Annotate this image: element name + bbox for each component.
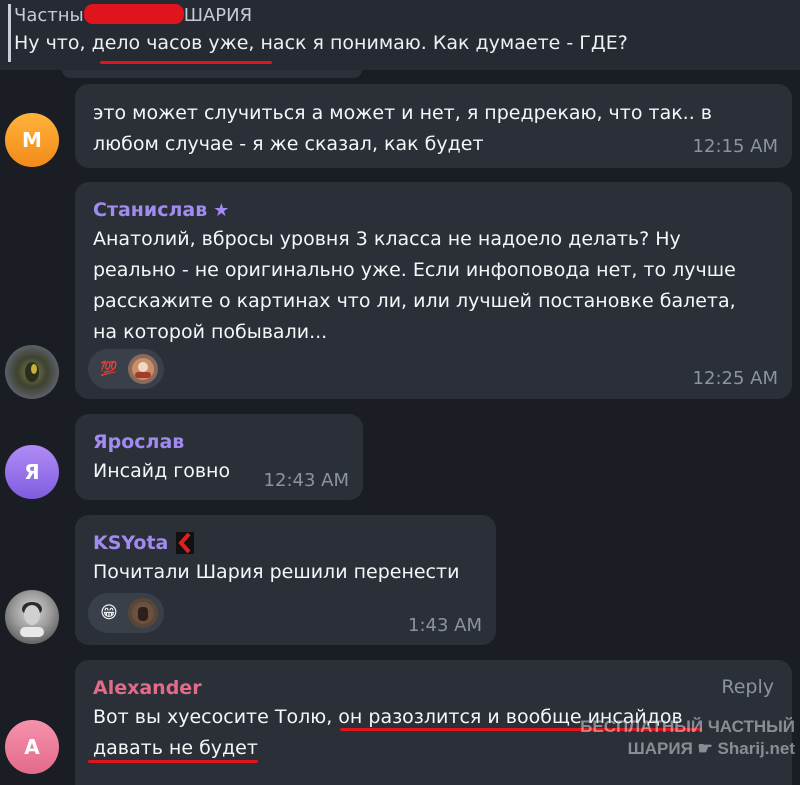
reply-accent-bar (8, 4, 11, 62)
reaction-bar-m2[interactable]: 💯 (88, 349, 164, 389)
avatar-image (25, 362, 39, 382)
star-icon: ★ (213, 199, 230, 221)
avatar-stanislav[interactable] (5, 345, 59, 399)
watermark-line2: ШАРИЯ ☛ Sharij.net (565, 738, 795, 760)
watermark-line1: БЕСПЛАТНЫЙ ЧАСТНЫЙ (580, 717, 795, 736)
sender-name[interactable]: Станислав (93, 196, 207, 224)
watermark-line2-text: ШАРИЯ (627, 739, 693, 758)
message-time: 1:43 AM (408, 615, 482, 636)
sender-name[interactable]: Ярослав (93, 428, 345, 456)
reply-sender-prefix: Частны (14, 5, 84, 26)
avatar-letter: Я (24, 460, 40, 484)
previous-bubble-edge (62, 70, 362, 78)
grinning-face-icon[interactable]: 😁 (94, 598, 124, 628)
badge-icon (176, 532, 195, 554)
avatar-letter: A (24, 735, 40, 759)
redaction-block (83, 4, 184, 24)
reactor-avatar-icon (128, 354, 158, 384)
hundred-points-icon[interactable]: 💯 (94, 354, 124, 384)
watermark-site: Sharij.net (717, 739, 795, 758)
reply-sender: Частны ШАРИЯ (14, 4, 252, 28)
message-bubble-m3[interactable]: Ярослав Инсайд говно 12:43 AM (75, 414, 363, 500)
watermark: БЕСПЛАТНЫЙ ЧАСТНЫЙ ШАРИЯ ☛ Sharij.net (565, 716, 795, 760)
red-underline (88, 760, 258, 763)
red-underline (100, 61, 272, 64)
reply-header[interactable]: Частны ШАРИЯ Ну что, дело часов уже, наск… (0, 0, 800, 70)
message-time: 12:43 AM (263, 470, 349, 491)
message-text: Почитали Шария решили перенести (93, 561, 460, 583)
reply-quote-text: Ну что, дело часов уже, наск я понимаю. … (14, 32, 628, 54)
message-time: 12:15 AM (692, 136, 778, 157)
message-bubble-m2[interactable]: Станислав ★ Анатолий, вбросы уровня 3 кл… (75, 182, 792, 399)
reactor-avatar-icon (128, 598, 158, 628)
pointing-hand-icon: ☛ (697, 739, 713, 758)
avatar-m[interactable]: M (5, 113, 59, 167)
reaction-bar-m4[interactable]: 😁 (88, 593, 164, 633)
sender-row: Станислав ★ (93, 196, 774, 224)
reply-button[interactable]: Reply (721, 676, 774, 698)
avatar-a[interactable]: A (5, 720, 59, 774)
avatar-letter: M (22, 128, 42, 152)
sender-row: KSYota (93, 529, 478, 557)
avatar-image (20, 602, 44, 637)
avatar-ksyota[interactable] (5, 590, 59, 644)
message-text: это может случиться а может и нет, я пре… (93, 102, 713, 155)
message-text: Анатолий, вбросы уровня 3 класса не надо… (93, 228, 736, 343)
message-bubble-m1[interactable]: это может случиться а может и нет, я пре… (75, 84, 792, 168)
avatar-ya[interactable]: Я (5, 445, 59, 499)
reply-sender-suffix: ШАРИЯ (183, 5, 253, 26)
sender-name[interactable]: KSYota (93, 529, 168, 557)
sender-name[interactable]: Alexander (93, 674, 774, 702)
message-time: 12:25 AM (692, 368, 778, 389)
